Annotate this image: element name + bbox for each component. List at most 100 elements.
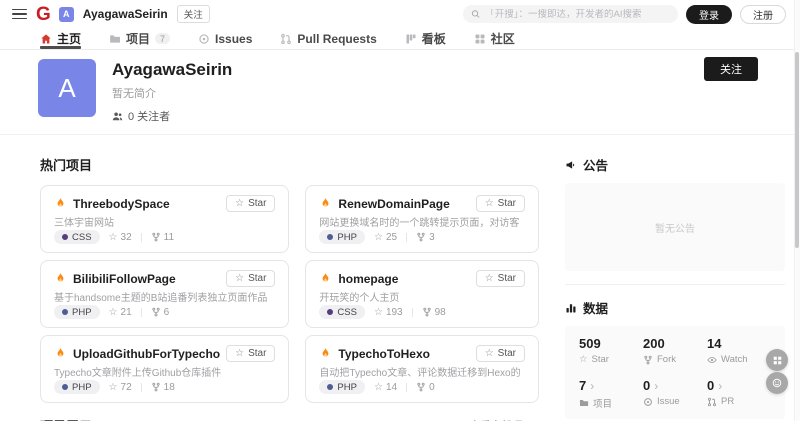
folder-icon <box>579 398 589 408</box>
star-button[interactable]: ☆Star <box>226 270 275 287</box>
project-card[interactable]: homepage ☆Star 开玩笑的个人主页 CSS ☆193 98 <box>305 260 539 328</box>
project-description: 基于handsome主题的B站追番列表独立页面作品 <box>54 292 275 305</box>
project-card[interactable]: BilibiliFollowPage ☆Star 基于handsome主题的B站… <box>40 260 289 328</box>
hamburger-menu-icon[interactable] <box>12 9 27 20</box>
scrollbar-thumb[interactable] <box>795 52 799 248</box>
pull-request-icon <box>707 397 717 407</box>
project-card[interactable]: ThreebodySpace ☆Star 三体宇宙网站 CSS ☆32 11 <box>40 185 289 253</box>
project-description: 三体宇宙网站 <box>54 217 275 230</box>
profile-header: A AyagawaSeirin 暂无简介 0 关注者 关注 <box>0 50 800 135</box>
profile-followers[interactable]: 0 关注者 <box>112 108 232 124</box>
divider <box>141 308 142 317</box>
project-name[interactable]: ThreebodySpace <box>73 197 170 211</box>
sidebar: 公告 暂无公告 数据 509 ☆Star 200 Fork 14 Watch <box>565 135 785 421</box>
star-icon: ☆ <box>109 307 118 318</box>
project-card[interactable]: RenewDomainPage ☆Star 网站更换域名时的一个跳转提示页面，对… <box>305 185 539 253</box>
search-icon <box>471 9 480 19</box>
project-description: 自动把Typecho文章、评论数据迁移到Hexo的PHP脚本程序 <box>319 367 525 380</box>
project-name[interactable]: BilibiliFollowPage <box>73 272 176 286</box>
project-card[interactable]: TypechoToHexo ☆Star 自动把Typecho文章、评论数据迁移到… <box>305 335 539 403</box>
fork-count: 98 <box>422 307 446 318</box>
language-dot <box>327 309 333 315</box>
profile-tabbar: 主页 项目 7 Issues Pull Requests 看板 社区 <box>0 28 800 50</box>
fork-count: 0 <box>416 382 435 393</box>
project-name[interactable]: RenewDomainPage <box>338 197 449 211</box>
tab-home[interactable]: 主页 <box>40 28 81 49</box>
star-count: ☆25 <box>374 232 397 243</box>
community-icon <box>474 33 486 45</box>
people-icon <box>112 111 123 122</box>
stat-projects[interactable]: 7› 项目 <box>579 378 643 410</box>
star-count: ☆32 <box>109 232 132 243</box>
profile-bio: 暂无简介 <box>112 85 232 101</box>
flame-icon <box>54 197 67 210</box>
tab-issues[interactable]: Issues <box>198 28 252 49</box>
fork-count: 11 <box>151 232 174 243</box>
announcement-empty-text: 暂无公告 <box>655 220 695 235</box>
star-button[interactable]: ☆Star <box>226 195 275 212</box>
divider <box>141 233 142 242</box>
tab-pull-requests[interactable]: Pull Requests <box>280 28 376 49</box>
star-icon: ☆ <box>235 198 244 209</box>
navbar-follow-chip[interactable]: 关注 <box>177 5 210 23</box>
chevron-right-icon: › <box>718 379 722 393</box>
star-button[interactable]: ☆Star <box>226 345 275 362</box>
project-description: 开玩笑的个人主页 <box>319 292 525 305</box>
star-icon: ☆ <box>485 273 494 284</box>
issue-icon <box>198 33 210 45</box>
star-icon: ☆ <box>109 232 118 243</box>
qr-float-button[interactable] <box>766 349 788 371</box>
scrollbar-track[interactable] <box>794 0 800 421</box>
tab-projects[interactable]: 项目 7 <box>109 28 170 49</box>
announcement-section-title: 公告 <box>565 155 785 174</box>
star-button[interactable]: ☆Star <box>476 270 525 287</box>
feedback-float-button[interactable] <box>766 372 788 394</box>
user-avatar-mini[interactable]: A <box>59 7 74 22</box>
project-name[interactable]: homepage <box>338 272 398 286</box>
gitee-logo[interactable]: G <box>36 5 50 24</box>
flame-icon <box>319 347 332 360</box>
fork-icon <box>422 307 432 317</box>
search-input[interactable] <box>485 9 670 20</box>
navbar-username[interactable]: AyagawaSeirin <box>83 7 168 21</box>
project-name[interactable]: UploadGithubForTypecho <box>73 347 220 361</box>
fork-icon <box>151 232 161 242</box>
profile-avatar[interactable]: A <box>38 59 96 117</box>
register-button[interactable]: 注册 <box>740 5 786 24</box>
folder-icon <box>109 33 121 45</box>
stat-issues[interactable]: 0› Issue <box>643 378 707 410</box>
follow-button[interactable]: 关注 <box>704 57 758 81</box>
language-chip: PHP <box>319 230 365 244</box>
divider <box>406 383 407 392</box>
star-icon: ☆ <box>109 382 118 393</box>
tab-board[interactable]: 看板 <box>405 28 446 49</box>
star-icon: ☆ <box>235 273 244 284</box>
star-icon: ☆ <box>374 232 383 243</box>
project-description: Typecho文章附件上传Github仓库插件 <box>54 367 275 380</box>
star-button[interactable]: ☆Star <box>476 195 525 212</box>
star-icon: ☆ <box>485 198 494 209</box>
language-dot <box>327 234 333 240</box>
project-name[interactable]: TypechoToHexo <box>338 347 430 361</box>
star-button[interactable]: ☆Star <box>476 345 525 362</box>
tab-community[interactable]: 社区 <box>474 28 515 49</box>
stat-prs[interactable]: 0› PR <box>707 378 771 410</box>
language-chip: PHP <box>319 380 365 394</box>
fork-count: 6 <box>151 307 170 318</box>
search-box[interactable] <box>463 5 678 23</box>
star-icon: ☆ <box>579 354 588 365</box>
announcement-box: 暂无公告 <box>565 183 785 271</box>
fork-count: 18 <box>151 382 175 393</box>
flame-icon <box>319 197 332 210</box>
fork-icon <box>643 355 653 365</box>
login-button[interactable]: 登录 <box>686 5 732 24</box>
divider <box>565 284 785 285</box>
chevron-right-icon: › <box>590 379 594 393</box>
divider <box>406 233 407 242</box>
language-dot <box>62 234 68 240</box>
board-icon <box>405 33 417 45</box>
project-card[interactable]: UploadGithubForTypecho ☆Star Typecho文章附件… <box>40 335 289 403</box>
top-navbar: G A AyagawaSeirin 关注 登录 注册 <box>0 0 800 28</box>
chart-icon <box>565 302 577 314</box>
language-chip: CSS <box>54 230 100 244</box>
